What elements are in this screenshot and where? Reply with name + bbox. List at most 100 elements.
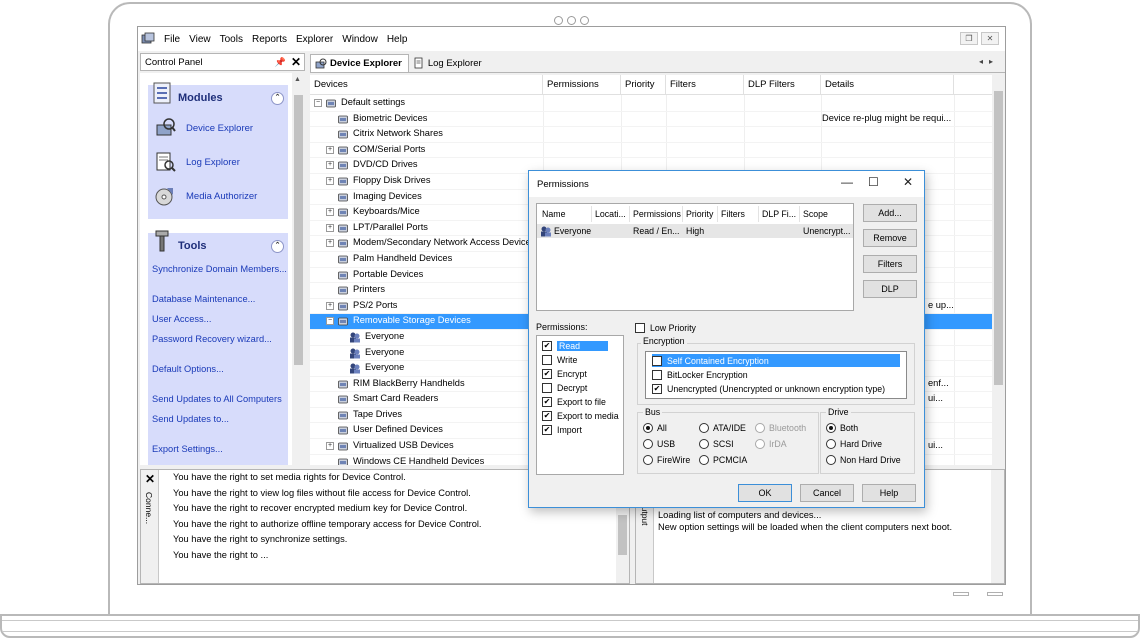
bus-usb-radio[interactable]: USB <box>643 439 675 449</box>
collapse-icon[interactable]: ⌃ <box>271 92 284 105</box>
bus-all-radio[interactable]: All <box>643 423 667 433</box>
add-button[interactable]: Add... <box>863 204 917 222</box>
scroll-thumb[interactable] <box>994 91 1003 385</box>
permission-decrypt-checkbox[interactable]: Decrypt <box>542 381 587 394</box>
tool-link-send-updates-all[interactable]: Send Updates to All Computers <box>148 389 288 409</box>
tab-scroll-arrows[interactable]: ◂▸ <box>979 57 999 66</box>
output-scrollbar[interactable] <box>991 470 1004 583</box>
tool-link-export-settings[interactable]: Export Settings... <box>148 439 288 459</box>
collapse-icon[interactable]: ⌃ <box>271 240 284 253</box>
permission-write-checkbox[interactable]: Write <box>542 353 577 366</box>
table-row[interactable]: Everyone Read / En... High Unencrypt... <box>537 224 853 238</box>
minimize-icon[interactable]: — <box>841 175 853 189</box>
module-log-explorer[interactable]: Log Explorer <box>148 145 288 179</box>
menu-reports[interactable]: Reports <box>249 34 293 45</box>
control-panel-scrollbar[interactable]: ▲ <box>292 73 305 465</box>
tool-link-default-options[interactable]: Default Options... <box>148 359 288 379</box>
column-priority[interactable]: Priority <box>621 75 666 95</box>
drive-both-radio[interactable]: Both <box>826 423 858 433</box>
list-column-scope[interactable]: Scope <box>803 209 828 219</box>
list-column-dlp-filters[interactable]: DLP Fi... <box>762 209 796 219</box>
list-column-filters[interactable]: Filters <box>721 209 745 219</box>
close-icon[interactable]: ✕ <box>291 55 301 69</box>
menu-file[interactable]: File <box>161 34 186 45</box>
encryption-bitlocker-checkbox[interactable]: BitLocker Encryption <box>652 368 748 381</box>
menu-help[interactable]: Help <box>384 34 414 45</box>
restore-icon[interactable]: ❐ <box>960 32 978 45</box>
column-devices[interactable]: Devices <box>310 75 543 95</box>
table-row[interactable]: + COM/Serial Ports <box>310 143 992 159</box>
tools-icon <box>155 230 169 252</box>
cancel-button[interactable]: Cancel <box>800 484 854 502</box>
menu-explorer[interactable]: Explorer <box>293 34 339 45</box>
tool-link-user-access[interactable]: User Access... <box>148 309 288 329</box>
expand-icon[interactable]: + <box>326 301 334 310</box>
device-label: RIM BlackBerry Handhelds <box>353 377 465 388</box>
close-icon[interactable]: ✕ <box>145 472 155 486</box>
table-row[interactable]: − Default settings <box>310 96 992 112</box>
modules-header[interactable]: Modules ⌃ <box>148 82 288 111</box>
grid-scrollbar[interactable] <box>992 75 1005 465</box>
close-icon[interactable]: ✕ <box>903 175 913 189</box>
expand-icon[interactable]: + <box>326 145 334 154</box>
list-column-name[interactable]: Name <box>542 209 565 219</box>
column-permissions[interactable]: Permissions <box>543 75 621 95</box>
permission-read-checkbox[interactable]: ✔ Read <box>542 339 609 352</box>
expand-icon[interactable]: + <box>326 176 334 185</box>
ok-button[interactable]: OK <box>738 484 792 502</box>
list-column-permissions[interactable]: Permissions <box>633 209 681 219</box>
tool-link-synchronize[interactable]: Synchronize Domain Members... <box>148 259 288 279</box>
encryption-self-contained-checkbox[interactable]: Self Contained Encryption <box>652 354 900 367</box>
close-icon[interactable]: ✕ <box>981 32 999 45</box>
permissions-list[interactable]: Name Locati... Permissions Priority Filt… <box>536 203 854 311</box>
menu-window[interactable]: Window <box>339 34 384 45</box>
list-column-priority[interactable]: Priority <box>686 209 713 219</box>
column-details[interactable]: Details <box>821 75 954 95</box>
remove-button[interactable]: Remove <box>863 229 917 247</box>
column-filters[interactable]: Filters <box>666 75 744 95</box>
permission-encrypt-checkbox[interactable]: ✔ Encrypt <box>542 367 587 380</box>
low-priority-checkbox[interactable]: Low Priority <box>635 321 696 334</box>
dlp-button[interactable]: DLP <box>863 280 917 298</box>
menu-tools[interactable]: Tools <box>217 34 249 45</box>
expand-icon[interactable]: + <box>326 161 334 170</box>
tool-link-database-maintenance[interactable]: Database Maintenance... <box>148 289 288 309</box>
tab-device-explorer[interactable]: Device Explorer <box>310 54 409 72</box>
bus-scsi-radio[interactable]: SCSI <box>699 439 734 449</box>
column-dlp-filters[interactable]: DLP Filters <box>744 75 821 95</box>
bus-firewire-radio[interactable]: FireWire <box>643 455 690 465</box>
bus-ata-radio[interactable]: ATA/IDE <box>699 423 746 433</box>
help-button[interactable]: Help <box>862 484 916 502</box>
module-device-explorer[interactable]: Device Explorer <box>148 111 288 145</box>
maximize-icon[interactable]: ☐ <box>868 175 879 189</box>
permission-export-media-checkbox[interactable]: ✔ Export to media <box>542 409 619 422</box>
drive-non-hard-radio[interactable]: Non Hard Drive <box>826 455 901 465</box>
bus-pcmcia-radio[interactable]: PCMCIA <box>699 455 747 465</box>
expand-icon[interactable]: + <box>326 239 334 248</box>
scroll-up-icon[interactable]: ▲ <box>294 76 301 83</box>
tool-link-send-updates-to[interactable]: Send Updates to... <box>148 409 288 429</box>
expand-icon[interactable]: + <box>326 208 334 217</box>
tool-link-password-recovery[interactable]: Password Recovery wizard... <box>148 329 288 349</box>
scroll-thumb[interactable] <box>294 95 303 365</box>
module-media-authorizer[interactable]: Media Authorizer <box>148 179 288 213</box>
scroll-thumb[interactable] <box>618 515 627 555</box>
list-column-location[interactable]: Locati... <box>595 209 626 219</box>
expand-icon[interactable]: + <box>326 223 334 232</box>
collapse-icon[interactable]: − <box>326 317 334 326</box>
table-row[interactable]: Biometric Devices Device re-plug might be… <box>310 112 992 128</box>
encryption-unencrypted-checkbox[interactable]: ✔ Unencrypted (Unencrypted or unknown enc… <box>652 382 885 395</box>
permission-import-checkbox[interactable]: ✔ Import <box>542 423 582 436</box>
pin-icon[interactable]: 📌 <box>275 57 286 68</box>
drive-hard-radio[interactable]: Hard Drive <box>826 439 882 449</box>
expand-icon[interactable]: + <box>326 442 334 451</box>
bus-bluetooth-radio[interactable]: Bluetooth <box>755 423 806 433</box>
menu-view[interactable]: View <box>186 34 217 45</box>
filters-button[interactable]: Filters <box>863 255 917 273</box>
tab-log-explorer[interactable]: Log Explorer <box>409 54 488 72</box>
table-row[interactable]: Citrix Network Shares <box>310 127 992 143</box>
collapse-icon[interactable]: − <box>314 99 322 107</box>
bus-irda-radio[interactable]: IrDA <box>755 439 787 449</box>
permission-export-file-checkbox[interactable]: ✔ Export to file <box>542 395 606 408</box>
tools-header[interactable]: Tools ⌃ <box>148 230 288 259</box>
